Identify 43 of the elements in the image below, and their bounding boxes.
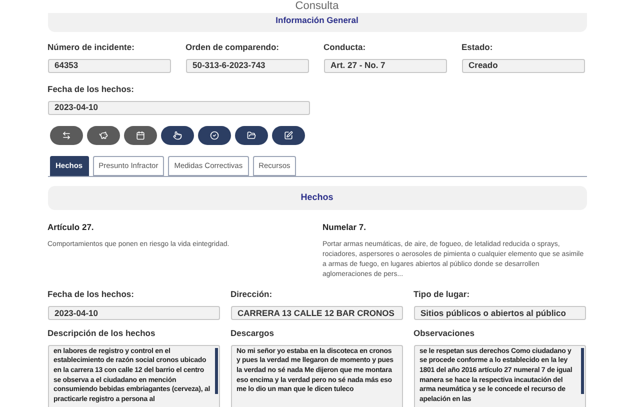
note-icon — [284, 130, 292, 140]
field-label: Dirección: — [230, 288, 274, 301]
field-label: Fecha de los hechos: — [48, 288, 135, 301]
section-title: Hechos — [300, 190, 334, 204]
action-button[interactable] — [124, 126, 156, 144]
input-field[interactable]: Sitios públicos o abiertos al público — [414, 306, 586, 320]
action-button[interactable] — [86, 126, 120, 144]
article-title: Artículo 27. — [48, 220, 95, 234]
action-button[interactable] — [272, 126, 304, 144]
action-button[interactable] — [198, 126, 230, 144]
field-label: Tipo de lugar: — [414, 288, 471, 301]
input-field[interactable]: Creado — [462, 58, 584, 73]
field-label: Conducta: — [324, 41, 367, 54]
action-button[interactable] — [160, 126, 194, 144]
input-field[interactable]: 2023-04-10 — [48, 100, 310, 114]
folder-icon — [246, 130, 256, 140]
scrollbar-thumb[interactable] — [214, 348, 218, 394]
field-label: Orden de comparendo: — [186, 41, 280, 54]
article-title: Numelar 7. — [322, 220, 367, 234]
field-label: Descargos — [230, 327, 275, 340]
field-label: Descripción de los hechos — [48, 327, 156, 340]
calendar-icon — [136, 130, 144, 140]
swap-arrows-icon — [62, 130, 70, 140]
pointing-hand-icon — [172, 130, 182, 140]
action-button[interactable] — [234, 126, 268, 144]
field-label: Número de incidente: — [48, 41, 136, 54]
field-label: Observaciones — [414, 327, 476, 340]
input-field[interactable]: 64353 — [48, 58, 170, 73]
section-title: Información General — [276, 14, 358, 27]
input-field[interactable]: 50-313-6-2023-743 — [186, 58, 308, 73]
piggy-bank-icon — [98, 130, 108, 140]
text-area[interactable] — [230, 344, 402, 407]
text-area[interactable] — [414, 344, 586, 407]
scrollbar-thumb[interactable] — [580, 348, 584, 394]
page-title: Consulta — [295, 0, 339, 13]
input-field[interactable]: 2023-04-10 — [48, 306, 220, 320]
text-area[interactable] — [48, 344, 220, 407]
field-label: Estado: — [462, 41, 494, 54]
input-field[interactable]: CARRERA 13 CALLE 12 BAR CRONOS — [230, 306, 402, 320]
field-label: Fecha de los hechos: — [48, 82, 135, 96]
input-field[interactable]: Art. 27 - No. 7 — [324, 58, 446, 73]
action-button[interactable] — [50, 126, 82, 144]
check-circle-icon — [210, 130, 218, 140]
